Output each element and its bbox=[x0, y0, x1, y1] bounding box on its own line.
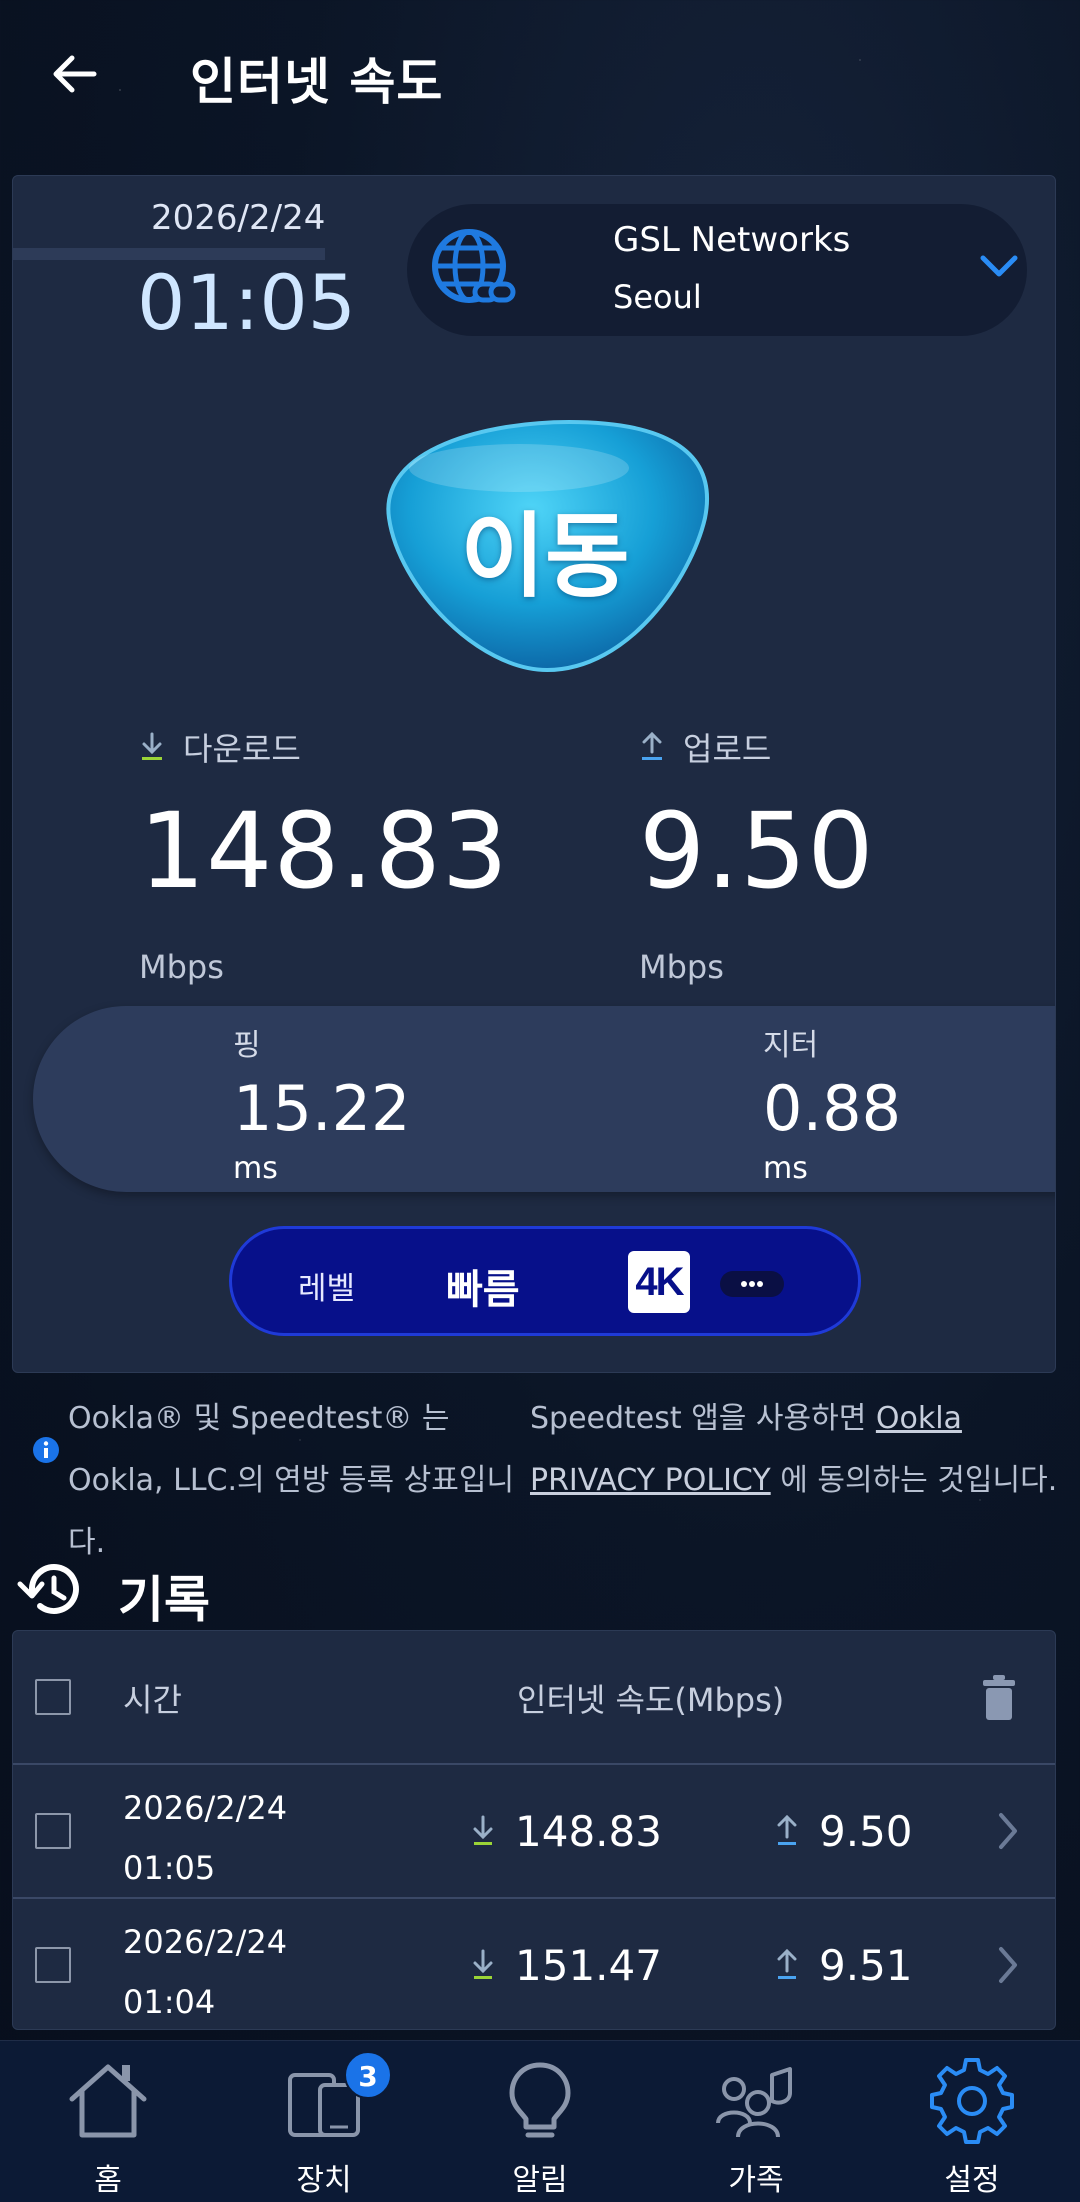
history-title: 기록 bbox=[118, 1571, 210, 1629]
nav-item-devices[interactable]: 3 장치 bbox=[216, 2041, 432, 2202]
level-bar[interactable]: 레벨 빠름 4K bbox=[229, 1226, 861, 1336]
back-button[interactable] bbox=[44, 44, 104, 104]
nav-item-family[interactable]: 가족 bbox=[648, 2041, 864, 2202]
row-time: 01:04 bbox=[123, 1983, 216, 2021]
download-unit: Mbps bbox=[139, 948, 224, 986]
download-arrow-icon bbox=[473, 1949, 493, 1979]
dots-glyph bbox=[741, 1281, 763, 1287]
globe-link-icon bbox=[432, 229, 516, 303]
column-header-speed: 인터넷 속도(Mbps) bbox=[517, 1681, 785, 1719]
upload-unit: Mbps bbox=[639, 948, 724, 986]
table-row[interactable]: 2026/2/24 01:04 151.47 9.51 bbox=[13, 1899, 1055, 2029]
download-value: 148.83 bbox=[139, 790, 509, 912]
privacy-suffix: 에 동의하는 것입니다. bbox=[770, 1463, 1058, 1498]
upload-label: 업로드 bbox=[683, 730, 772, 768]
row-checkbox[interactable] bbox=[35, 1813, 71, 1849]
more-dots-icon[interactable] bbox=[720, 1271, 784, 1297]
history-icon bbox=[17, 1564, 79, 1615]
ping-value: 15.22 bbox=[233, 1072, 411, 1145]
upload-arrow-icon bbox=[642, 732, 662, 760]
trademark-notice: Ookla® 및 Speedtest® 는 Ookla, LLC.의 연방 등록… bbox=[68, 1401, 515, 1560]
history-table: 시간 인터넷 속도(Mbps) 2026/2/24 01:05 148.83 9… bbox=[12, 1630, 1056, 2030]
download-arrow-icon bbox=[142, 732, 162, 760]
jitter-label: 지터 bbox=[763, 1028, 819, 1063]
latency-panel: 핑 15.22 ms 지터 0.88 ms bbox=[33, 1006, 1055, 1192]
ping-unit: ms bbox=[233, 1151, 278, 1186]
badge-4k: 4K bbox=[628, 1251, 690, 1313]
download-arrow-icon bbox=[473, 1815, 493, 1845]
home-icon bbox=[69, 2064, 147, 2138]
jitter-unit: ms bbox=[763, 1151, 808, 1186]
download-label: 다운로드 bbox=[183, 730, 301, 768]
devices-count-badge: 3 bbox=[344, 2051, 392, 2099]
row-download: 148.83 bbox=[515, 1807, 662, 1856]
chevron-right-icon[interactable] bbox=[997, 1811, 1019, 1851]
server-name: GSL Networks bbox=[613, 220, 851, 260]
level-label: 레벨 bbox=[298, 1271, 356, 1307]
privacy-notice: Speedtest 앱을 사용하면 Ookla PRIVACY POLICY 에… bbox=[530, 1388, 1080, 1512]
jitter-value: 0.88 bbox=[763, 1072, 902, 1145]
arrow-left-icon bbox=[53, 55, 97, 93]
row-time: 01:05 bbox=[123, 1849, 216, 1887]
go-button[interactable]: 이동 bbox=[369, 408, 721, 680]
server-selector[interactable]: GSL Networks Seoul bbox=[407, 204, 1027, 336]
upload-metric: 업로드 9.50 Mbps bbox=[639, 724, 875, 986]
row-upload: 9.50 bbox=[819, 1807, 913, 1856]
bottom-nav: 홈 3 장치 알림 가족 설정 bbox=[0, 2040, 1080, 2202]
nav-label-devices: 장치 bbox=[296, 2163, 352, 2198]
level-value: 빠름 bbox=[446, 1267, 520, 1313]
nav-item-home[interactable]: 홈 bbox=[0, 2041, 216, 2202]
jitter-stat: 지터 0.88 ms bbox=[763, 1020, 901, 1186]
table-row[interactable]: 2026/2/24 01:05 148.83 9.50 bbox=[13, 1765, 1055, 1899]
go-label: 이동 bbox=[460, 503, 630, 610]
table-header: 시간 인터넷 속도(Mbps) bbox=[13, 1631, 1055, 1765]
nav-label-home: 홈 bbox=[94, 2163, 122, 2198]
ping-label: 핑 bbox=[233, 1028, 261, 1063]
result-card: 2026/2/24 01:05 GSL Networks Seoul 이동 다운… bbox=[12, 175, 1056, 1373]
lightbulb-icon bbox=[509, 2062, 571, 2138]
trash-icon[interactable] bbox=[981, 1675, 1017, 1721]
info-icon bbox=[33, 1437, 59, 1463]
row-checkbox[interactable] bbox=[35, 1947, 71, 1983]
row-date: 2026/2/24 bbox=[123, 1923, 288, 1961]
top-bar: 인터넷 속도 bbox=[0, 0, 1080, 150]
family-icon bbox=[716, 2067, 792, 2138]
upload-value: 9.50 bbox=[639, 790, 875, 912]
privacy-prefix: Speedtest 앱을 사용하면 bbox=[530, 1401, 876, 1436]
ping-stat: 핑 15.22 ms bbox=[233, 1020, 411, 1186]
nav-label-alerts: 알림 bbox=[512, 2163, 568, 2198]
select-all-checkbox[interactable] bbox=[35, 1679, 71, 1715]
test-date: 2026/2/24 bbox=[151, 198, 326, 238]
test-time: 01:05 bbox=[137, 258, 357, 347]
upload-arrow-icon bbox=[777, 1815, 797, 1845]
column-header-time: 시간 bbox=[123, 1681, 182, 1719]
upload-arrow-icon bbox=[777, 1949, 797, 1979]
row-upload: 9.51 bbox=[819, 1941, 913, 1990]
download-metric: 다운로드 148.83 Mbps bbox=[139, 724, 509, 986]
nav-label-family: 가족 bbox=[728, 2163, 784, 2198]
settings-icon bbox=[930, 2058, 1014, 2144]
row-date: 2026/2/24 bbox=[123, 1789, 288, 1827]
chevron-down-icon bbox=[980, 255, 1018, 277]
chevron-right-icon[interactable] bbox=[997, 1945, 1019, 1985]
nav-item-alerts[interactable]: 알림 bbox=[432, 2041, 648, 2202]
server-city: Seoul bbox=[613, 278, 702, 316]
page-title: 인터넷 속도 bbox=[190, 53, 444, 111]
nav-item-settings[interactable]: 설정 bbox=[864, 2041, 1080, 2202]
row-download: 151.47 bbox=[515, 1941, 662, 1990]
nav-label-settings: 설정 bbox=[944, 2163, 1000, 2198]
